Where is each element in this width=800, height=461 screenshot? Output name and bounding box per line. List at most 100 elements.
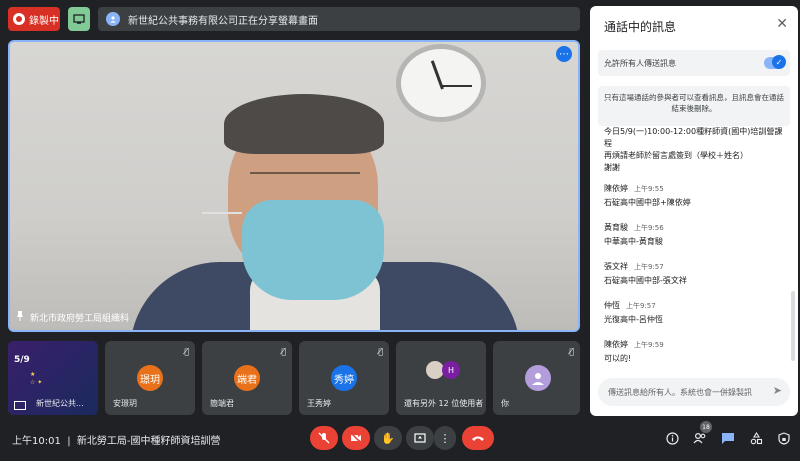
activities-icon <box>750 431 762 444</box>
mic-off-icon <box>318 432 330 444</box>
tile-name: 你 <box>501 399 509 408</box>
chat-scrollbar[interactable] <box>791 291 795 361</box>
speaker-name-label: 新北市政府勞工局組織科 <box>16 311 129 324</box>
raise-hand-button[interactable]: ✋ <box>374 426 402 450</box>
self-tile[interactable]: 🎙̸ 你 <box>493 341 580 415</box>
presentation-text: 新世紀公共事務有限公司正在分享螢幕畫面 <box>128 15 318 27</box>
present-now-button[interactable] <box>406 426 434 450</box>
screen-share-icon <box>73 14 85 24</box>
message-time: 上午9:56 <box>634 224 664 232</box>
main-video-tile[interactable]: ⋯ 新北市政府勞工局組織科 <box>8 40 580 332</box>
more-vert-icon: ⋮ <box>439 431 451 445</box>
more-options-icon[interactable]: ⋯ <box>556 46 572 62</box>
participant-tile[interactable]: 🎙̸ 秀婷 王秀婷 <box>299 341 389 415</box>
message-input[interactable]: 傳送訊息給所有人。系統也會一併錄製訊 ➤ <box>598 378 790 406</box>
pin-icon <box>16 311 24 324</box>
message-sender: 仲恆 <box>604 301 620 310</box>
meeting-title: 新北勞工局-國中種籽師資培訓營 <box>76 436 221 447</box>
wall-clock <box>396 44 486 122</box>
hangup-icon <box>472 436 484 441</box>
mic-off-icon: 🎙̸ <box>378 347 383 356</box>
allow-messages-label: 允許所有人傳送訊息 <box>604 58 676 68</box>
poster-graphic: ★ ☆ ✦ <box>30 371 43 386</box>
participant-strip: 5/9 ★ ☆ ✦ 新世紀公共... 🎙̸ 璟玥 安璟玥 🎙̸ 端君 簡端君 🎙̸… <box>8 341 580 415</box>
tile-name: 還有另外 12 位使用者 <box>404 399 484 408</box>
info-icon <box>665 431 679 445</box>
participant-count-badge: 18 <box>700 421 712 433</box>
message-text: 可以的! <box>604 354 632 363</box>
avatar-icon <box>525 365 551 391</box>
speaker-name: 新北市政府勞工局組織科 <box>30 314 130 324</box>
allow-messages-row: 允許所有人傳送訊息 <box>598 50 790 76</box>
message-sender: 張文祥 <box>604 262 628 271</box>
hand-icon: ✋ <box>381 431 395 445</box>
mic-off-icon: 🎙̸ <box>281 347 286 356</box>
tile-name: 安璟玥 <box>113 399 137 408</box>
message-input-placeholder: 傳送訊息給所有人。系統也會一併錄製訊 <box>608 387 752 397</box>
chat-message: 張文祥 上午9:57 石碇高中國中部-張文祥 <box>604 261 790 286</box>
tile-name: 簡端君 <box>210 399 234 408</box>
message-text: 石碇高中國中部+陳依婷 <box>604 198 691 207</box>
avatar: 璟玥 <box>137 365 163 391</box>
mic-toggle-button[interactable] <box>310 426 338 450</box>
poster-date: 5/9 <box>14 355 30 365</box>
presentation-banner: 新世紀公共事務有限公司正在分享螢幕畫面 <box>98 7 580 31</box>
meeting-details-button[interactable] <box>662 428 682 448</box>
allow-messages-toggle[interactable] <box>764 55 786 69</box>
meeting-info: 上午10:01 | 新北勞工局-國中種籽師資培訓營 <box>12 432 221 447</box>
present-icon <box>414 433 426 443</box>
message-sender: 陳依婷 <box>604 340 628 349</box>
message-time: 上午9:59 <box>634 341 664 349</box>
message-time: 上午9:55 <box>634 185 664 193</box>
chat-icon <box>722 432 734 444</box>
chat-button[interactable] <box>718 428 738 448</box>
message-time: 上午9:57 <box>626 302 656 310</box>
chat-message: 黃育駿 上午9:56 中華高中-黃育駿 <box>604 222 790 247</box>
recording-label: 錄製中 <box>29 15 59 27</box>
current-time: 上午10:01 <box>12 436 61 447</box>
message-sender: 黃育駿 <box>604 223 628 232</box>
top-bar: 錄製中 新世紀公共事務有限公司正在分享螢幕畫面 <box>0 0 590 38</box>
avatar: H <box>442 361 460 379</box>
host-controls-button[interactable] <box>774 428 794 448</box>
layout-button[interactable] <box>68 7 90 31</box>
mic-off-icon: 🎙̸ <box>184 347 189 356</box>
speaker-glasses <box>250 172 360 192</box>
close-icon[interactable]: ✕ <box>776 16 788 32</box>
send-icon[interactable]: ➤ <box>773 384 782 397</box>
speaker-mask <box>202 200 384 300</box>
tile-name: 王秀婷 <box>307 399 331 408</box>
activities-button[interactable] <box>746 428 766 448</box>
message-list: 今日5/9(一)10:00-12:00種籽師資(國中)培訓營課程 再煩請老師於留… <box>604 126 790 378</box>
present-icon <box>14 401 26 410</box>
leave-call-button[interactable] <box>462 426 494 450</box>
chat-message: 陳依婷 上午9:59 可以的! <box>604 339 790 364</box>
chat-panel: 通話中的訊息 ✕ 允許所有人傳送訊息 只有這場通話的參與者可以查看訊息，且訊息會… <box>590 6 798 416</box>
tile-name: 新世紀公共... <box>36 399 84 408</box>
others-tile[interactable]: H 還有另外 12 位使用者 <box>396 341 486 415</box>
record-icon <box>13 13 25 25</box>
participant-tile[interactable]: 🎙̸ 端君 簡端君 <box>202 341 292 415</box>
chat-message: 仲恆 上午9:57 光復高中-呂仲恆 <box>604 300 790 325</box>
chat-message: 陳依婷 上午9:55 石碇高中國中部+陳依婷 <box>604 183 790 208</box>
mic-off-icon: 🎙̸ <box>569 347 574 356</box>
camera-toggle-button[interactable] <box>342 426 370 450</box>
message-text: 石碇高中國中部-張文祥 <box>604 276 687 285</box>
recording-indicator[interactable]: 錄製中 <box>8 7 60 31</box>
participant-tile[interactable]: 🎙̸ 璟玥 安璟玥 <box>105 341 195 415</box>
chat-notice: 只有這場通話的參與者可以查看訊息，且訊息會在通話結束後刪除。 <box>598 86 790 126</box>
message-time: 上午9:57 <box>634 263 664 271</box>
message-sender: 陳依婷 <box>604 184 628 193</box>
divider: | <box>64 436 77 447</box>
panel-title: 通話中的訊息 <box>604 20 677 34</box>
participant-tile-presentation[interactable]: 5/9 ★ ☆ ✦ 新世紀公共... <box>8 341 98 415</box>
people-icon <box>693 432 706 444</box>
message-text: 光復高中-呂仲恆 <box>604 315 663 324</box>
presenter-avatar-icon <box>106 12 120 26</box>
shield-lock-icon <box>778 431 790 445</box>
avatar: 秀婷 <box>331 365 357 391</box>
more-options-button[interactable]: ⋮ <box>434 426 456 450</box>
avatar: 端君 <box>234 365 260 391</box>
speaker-hair <box>224 94 384 154</box>
camera-off-icon <box>350 432 362 444</box>
